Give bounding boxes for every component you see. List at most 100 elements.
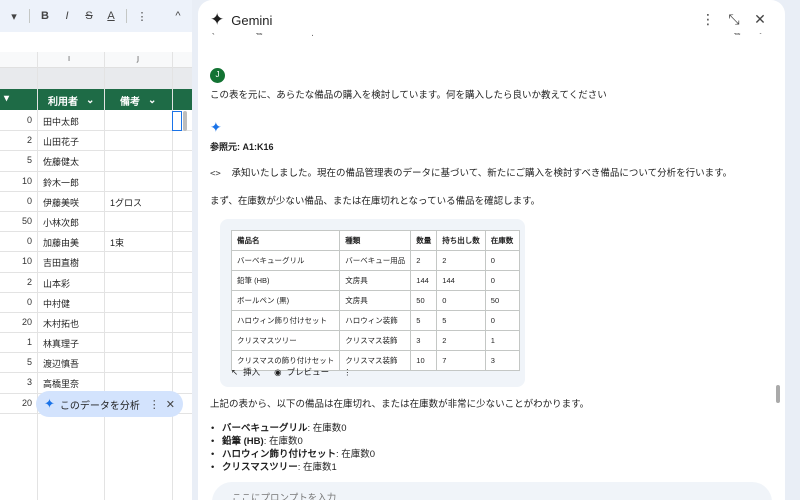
quantity-cell[interactable]: 5 xyxy=(27,357,32,367)
preview-label: プレビュー xyxy=(286,367,330,377)
item-name: バーベキューグリル xyxy=(222,423,308,434)
more-vert-icon[interactable]: ⋮ xyxy=(308,33,317,38)
table-row: 鉛筆 (HB) 文房具 144 144 0 xyxy=(230,270,520,291)
collapse-toolbar-icon[interactable]: ^ xyxy=(168,5,188,27)
quantity-cell[interactable]: 50 xyxy=(22,216,32,226)
quantity-cell[interactable]: 0 xyxy=(27,196,32,206)
table-header-row: ▾ 利用者 ⌄ 備考 ⌄ xyxy=(0,89,192,110)
copy-icon[interactable]: ⧉ xyxy=(734,33,740,38)
pin-icon[interactable]: ⌖ xyxy=(758,33,763,38)
column-header-j[interactable]: J xyxy=(137,55,139,63)
table-row: 0 田中太郎 xyxy=(0,111,192,132)
close-icon[interactable]: ✕ xyxy=(166,398,175,411)
quantity-cell[interactable]: 3 xyxy=(27,377,32,387)
table-cell: 5 xyxy=(410,310,438,331)
table-row: 2 山本彩 xyxy=(0,273,192,293)
quantity-cell[interactable]: 0 xyxy=(27,115,32,125)
table-cell: 3 xyxy=(410,330,438,351)
insert-button[interactable]: ↖ 挿入 xyxy=(231,367,260,378)
spreadsheet-area: ▾ B I S A ⋮ ^ I J ▾ 利用者 ⌄ 備考 ⌄ 0 田中太郎 2 山田花… xyxy=(0,0,192,500)
quantity-cell[interactable]: 20 xyxy=(22,398,32,408)
quantity-cell[interactable]: 10 xyxy=(22,256,32,266)
list-item: ハロウィン飾り付けセット: 在庫数0 xyxy=(210,449,375,462)
column-header-i[interactable]: I xyxy=(68,55,70,63)
quantity-cell[interactable]: 0 xyxy=(27,297,32,307)
response-conclusion: 上記の表から、以下の備品は在庫切れ、または在庫数が非常に少ないことがわかります。 xyxy=(210,399,590,410)
copy-icon[interactable]: ⧉ xyxy=(256,33,262,38)
user-cell[interactable]: 小林次郎 xyxy=(43,216,79,229)
user-cell[interactable]: 山本彩 xyxy=(43,277,70,290)
table-cell: 5 xyxy=(436,310,486,331)
note-cell[interactable]: 1グロス xyxy=(110,196,142,209)
quantity-cell[interactable]: 10 xyxy=(22,176,32,186)
table-cell: バーベキューグリル xyxy=(230,250,341,271)
panel-scrollbar[interactable] xyxy=(776,385,780,403)
table-header-cell: 数量 xyxy=(410,230,438,251)
user-cell[interactable]: 渡辺慎吾 xyxy=(43,357,79,370)
more-vert-icon[interactable]: ⋮ xyxy=(343,367,352,378)
table-row: バーベキューグリル バーベキュー用品 2 2 0 xyxy=(230,250,520,271)
user-cell[interactable]: 中村健 xyxy=(43,297,70,310)
strikethrough-button[interactable]: S xyxy=(79,5,99,27)
prompt-input[interactable]: ここにプロンプトを入力 xyxy=(212,482,772,500)
note-cell[interactable]: 1束 xyxy=(110,236,124,249)
italic-button[interactable]: I xyxy=(57,5,77,27)
analyze-data-chip[interactable]: ✦ このデータを分析 ⋮ ✕ xyxy=(36,391,183,417)
user-cell[interactable]: 伊藤美咲 xyxy=(43,196,79,209)
user-cell[interactable]: 木村拓也 xyxy=(43,317,79,330)
table-row: クリスマスツリー クリスマス装飾 3 2 1 xyxy=(230,330,520,351)
list-item: クリスマスツリー: 在庫数1 xyxy=(210,462,375,475)
user-cell[interactable]: 佐藤健太 xyxy=(43,155,79,168)
header-prev-col-filter-icon[interactable]: ▾ xyxy=(4,93,9,104)
close-icon[interactable]: ✕ xyxy=(747,12,773,28)
item-detail: : 在庫数0 xyxy=(307,423,347,434)
quantity-cell[interactable]: 5 xyxy=(27,155,32,165)
table-header-cell: 持ち出し数 xyxy=(436,230,486,251)
text-color-button[interactable]: A xyxy=(101,5,121,27)
table-actions: ↖ 挿入 ◉ プレビュー ⋮ xyxy=(231,367,352,378)
user-cell[interactable]: 山田花子 xyxy=(43,135,79,148)
table-row: 5 佐藤健太 xyxy=(0,151,192,172)
panel-title: Gemini xyxy=(231,12,273,28)
user-cell[interactable]: 田中太郎 xyxy=(43,115,79,128)
dropdown-caret-icon[interactable]: ▾ xyxy=(4,5,24,27)
user-cell[interactable]: 吉田直樹 xyxy=(43,256,79,269)
item-detail: : 在庫数0 xyxy=(336,449,376,460)
more-vert-icon[interactable]: ⋮ xyxy=(695,12,721,28)
filter-chevron-icon[interactable]: ⌄ xyxy=(86,95,94,106)
table-cell: バーベキュー用品 xyxy=(339,250,412,271)
more-options-icon[interactable]: ⋮ xyxy=(132,5,152,27)
sheet-scrollbar[interactable] xyxy=(183,111,187,131)
user-cell[interactable]: 加藤由美 xyxy=(43,236,79,249)
low-stock-list: バーベキューグリル: 在庫数0鉛筆 (HB): 在庫数0ハロウィン飾り付けセット… xyxy=(210,423,375,475)
user-cell[interactable]: 高橋里奈 xyxy=(43,377,79,390)
sheet-band xyxy=(0,68,192,89)
bold-button[interactable]: B xyxy=(35,5,55,27)
table-row: 20 木村拓也 xyxy=(0,313,192,334)
user-cell[interactable]: 鈴木一郎 xyxy=(43,176,79,189)
user-cell[interactable]: 林真理子 xyxy=(43,337,79,350)
sheet-rows: 0 田中太郎 2 山田花子 5 佐藤健太 10 鈴木一郎 0 伊藤美咲 1グロス 50 小林次郎 0 加藤由… xyxy=(0,111,192,414)
filter-chevron-icon[interactable]: ⌄ xyxy=(148,95,156,106)
table-row: 10 鈴木一郎 xyxy=(0,172,192,192)
table-row: 10 吉田直樹 xyxy=(0,252,192,273)
quantity-cell[interactable]: 0 xyxy=(27,236,32,246)
quantity-cell[interactable]: 2 xyxy=(27,135,32,145)
analyze-data-label[interactable]: このデータを分析 xyxy=(60,397,143,412)
table-cell: ボールペン (黒) xyxy=(230,290,341,311)
insert-icon[interactable]: ↖ xyxy=(208,33,216,38)
source-range[interactable]: 参照元: A1:K16 xyxy=(210,142,274,154)
more-vert-icon[interactable]: ⋮ xyxy=(149,398,160,411)
quantity-cell[interactable]: 2 xyxy=(27,277,32,287)
column-header-row: I J xyxy=(0,52,192,68)
toolbar-separator xyxy=(126,9,127,23)
table-header-cell: 在庫数 xyxy=(484,230,520,251)
quantity-cell[interactable]: 1 xyxy=(27,337,32,347)
header-note: 備考 xyxy=(120,97,140,108)
selected-cell[interactable] xyxy=(172,111,182,131)
collapse-panel-icon[interactable]: ⤡ xyxy=(721,12,747,28)
quantity-cell[interactable]: 20 xyxy=(22,317,32,327)
item-name: 鉛筆 (HB) xyxy=(222,436,264,447)
preview-button[interactable]: ◉ プレビュー xyxy=(274,367,329,378)
table-cell: 10 xyxy=(410,350,438,371)
